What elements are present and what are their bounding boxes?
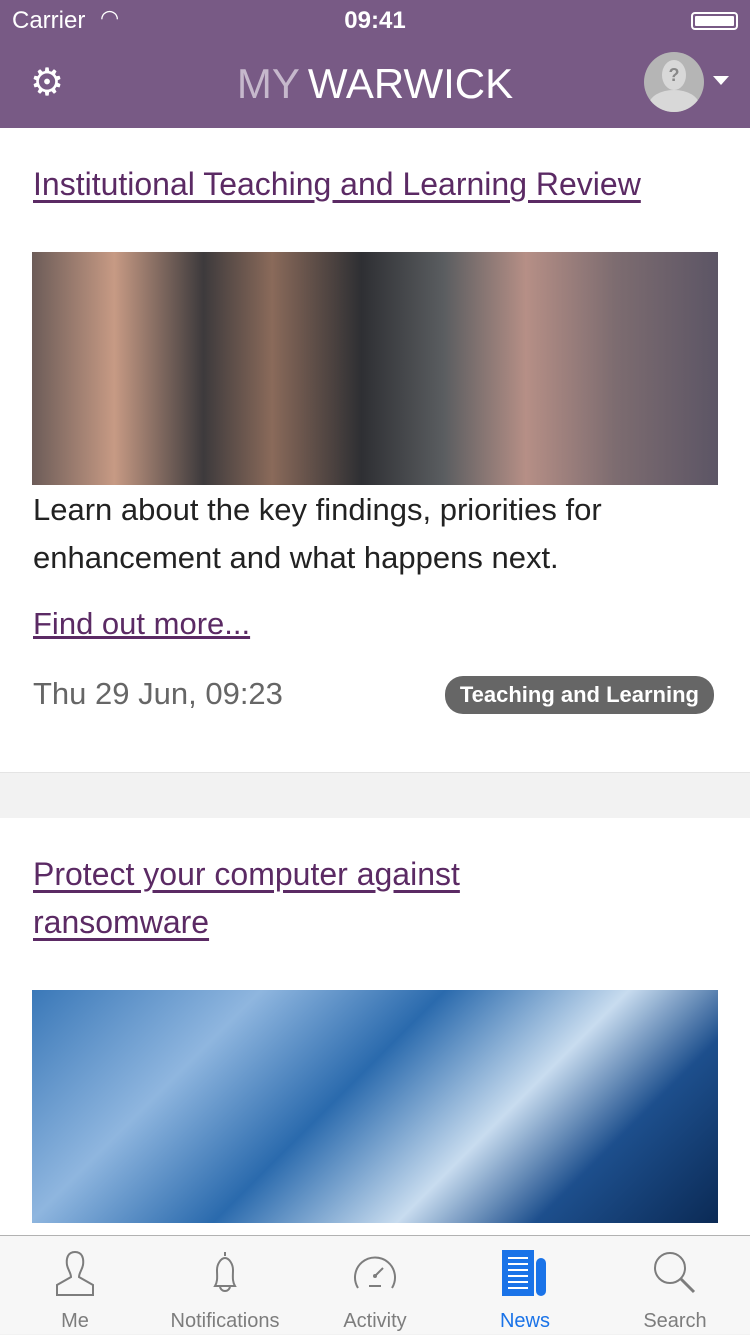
bell-icon [213, 1252, 237, 1292]
tab-me[interactable]: Me [0, 1236, 150, 1335]
tab-news[interactable]: News [450, 1236, 600, 1335]
avatar[interactable]: ? [644, 52, 704, 112]
category-tag[interactable]: Teaching and Learning [444, 676, 714, 714]
battery-icon [691, 12, 738, 30]
news-item: Protect your computer against ransomware [0, 818, 750, 1238]
app-logo: MY WARWICK [0, 60, 750, 108]
news-summary: Learn about the key findings, priorities… [33, 492, 602, 575]
news-title-link[interactable]: Institutional Teaching and Learning Revi… [33, 160, 641, 208]
status-bar: Carrier ◠ 09:41 [0, 0, 750, 40]
news-item: Institutional Teaching and Learning Revi… [0, 128, 750, 773]
tab-notifications[interactable]: Notifications [150, 1236, 300, 1335]
news-image[interactable] [32, 990, 718, 1223]
search-icon [654, 1252, 696, 1294]
clock: 09:41 [344, 7, 406, 34]
news-title-link[interactable]: Protect your computer against ransomware [33, 850, 553, 946]
app-header: ⚙ MY WARWICK ? [0, 40, 750, 128]
speedometer-icon [354, 1256, 396, 1289]
tab-label: Search [643, 1310, 707, 1332]
tab-label: Activity [343, 1310, 407, 1332]
tab-bar: Me Notifications Activity News Search [0, 1235, 750, 1334]
tab-label: Me [61, 1310, 89, 1332]
chevron-down-icon[interactable] [713, 76, 729, 85]
person-icon [56, 1250, 94, 1296]
logo-my: MY [236, 60, 300, 107]
tab-activity[interactable]: Activity [300, 1236, 450, 1335]
find-out-more-link[interactable]: Find out more... [33, 606, 250, 642]
tab-label: Notifications [170, 1310, 280, 1332]
logo-warwick: WARWICK [307, 60, 514, 107]
news-date: Thu 29 Jun, 09:23 [33, 676, 283, 711]
tab-label: News [499, 1310, 550, 1332]
newspaper-icon [502, 1250, 546, 1296]
news-image[interactable] [32, 252, 718, 485]
tab-search[interactable]: Search [600, 1236, 750, 1335]
